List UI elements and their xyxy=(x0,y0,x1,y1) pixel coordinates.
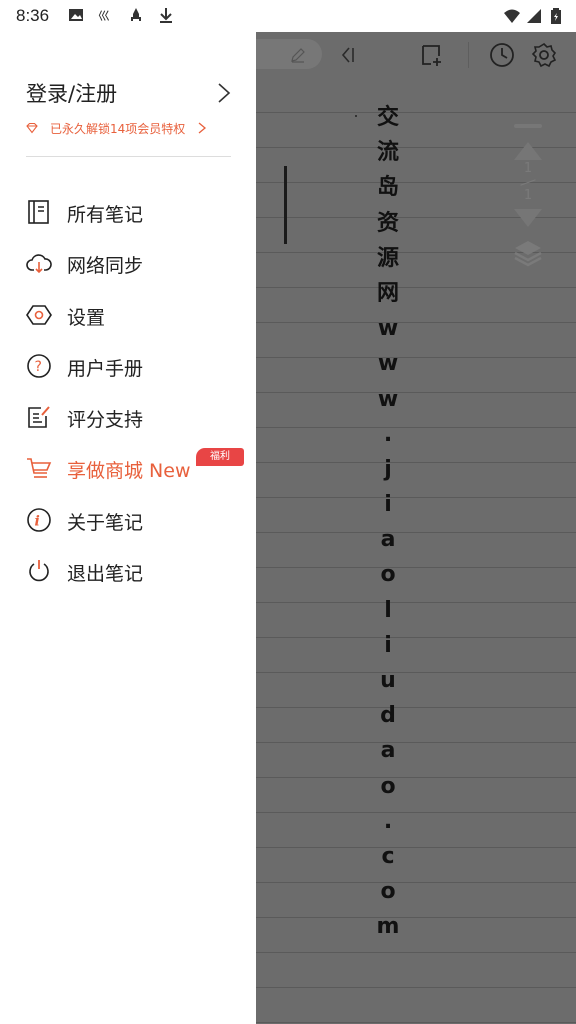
wifi-icon xyxy=(504,9,520,23)
note-char: i xyxy=(384,632,392,658)
status-bar: 8:36 巛 xyxy=(0,0,576,32)
cart-icon xyxy=(26,455,52,481)
note-editor-background: 交流岛资源网www.jiaoliudao.com 1 1 xyxy=(256,32,576,1024)
note-char: 交 xyxy=(376,105,399,130)
menu-label: 网络同步 xyxy=(67,255,144,278)
chevron-right-small-icon xyxy=(198,122,207,134)
power-icon xyxy=(26,558,52,584)
note-char: 网 xyxy=(376,280,399,306)
note-char: d xyxy=(380,703,396,729)
settings-hexagon-icon xyxy=(26,302,52,328)
vip-privilege-text: 已永久解锁14项会员特权 xyxy=(50,121,186,136)
note-char: m xyxy=(376,914,400,940)
menu-label: 评分支持 xyxy=(67,409,144,432)
new-page-icon xyxy=(422,45,441,66)
note-char: u xyxy=(380,668,396,693)
new-page-button[interactable] xyxy=(418,41,446,69)
battery-icon xyxy=(551,8,561,24)
rate-edit-icon xyxy=(26,404,52,430)
status-right-icons xyxy=(504,8,564,24)
drawer-divider xyxy=(26,156,231,157)
note-char: . xyxy=(383,421,393,447)
menu-item-user-manual[interactable]: ? 用户手册 xyxy=(0,341,256,392)
note-char: i xyxy=(384,492,392,518)
note-vertical-text: 交流岛资源网www.jiaoliudao.com xyxy=(368,100,408,945)
cloud-sync-icon xyxy=(26,250,52,276)
chevron-right-icon xyxy=(218,83,231,103)
menu-label: 所有笔记 xyxy=(67,204,144,226)
info-icon: i xyxy=(26,507,52,533)
note-char: c xyxy=(381,843,395,869)
rocket-icon xyxy=(131,8,141,21)
login-register-label: 登录/注册 xyxy=(26,82,118,106)
page-current: 1 xyxy=(523,161,533,176)
history-button[interactable] xyxy=(488,41,516,69)
menu-item-cloud-sync[interactable]: 网络同步 xyxy=(0,238,256,289)
signal-icon xyxy=(527,9,541,23)
download-icon xyxy=(160,8,172,23)
page-down-icon[interactable] xyxy=(514,209,542,227)
note-char: o xyxy=(380,773,396,799)
note-char: j xyxy=(384,456,392,482)
note-char: 岛 xyxy=(376,175,399,201)
note-char: 流 xyxy=(376,140,399,166)
diamond-icon xyxy=(26,122,38,134)
drawer-menu: 所有笔记 网络同步 设置 ? 用户手册 评分支持 享做商城 New 福利 i 关… xyxy=(0,187,256,597)
toolbar-separator xyxy=(468,42,469,68)
text-cursor xyxy=(284,166,287,244)
note-char: o xyxy=(380,562,396,588)
help-icon: ? xyxy=(26,353,52,379)
login-register-button[interactable]: 登录/注册 xyxy=(26,76,232,110)
navigation-drawer: 登录/注册 已永久解锁14项会员特权 所有笔记 网络同步 设置 ? 用户手册 评… xyxy=(0,32,256,1024)
svg-text:i: i xyxy=(35,513,40,529)
note-char: l xyxy=(384,597,392,623)
note-char: . xyxy=(383,808,393,834)
image-icon xyxy=(69,9,83,21)
svg-text:巛: 巛 xyxy=(98,9,110,23)
vip-privilege-link[interactable]: 已永久解锁14项会员特权 xyxy=(26,118,226,138)
note-char: 资 xyxy=(376,210,399,236)
note-char: w xyxy=(377,316,399,342)
gear-icon xyxy=(531,42,557,68)
menu-item-settings[interactable]: 设置 xyxy=(0,290,256,341)
toolbar-pen-pill[interactable] xyxy=(256,39,322,69)
collapse-left-button[interactable] xyxy=(334,41,362,69)
pager-handle[interactable] xyxy=(514,124,542,128)
note-char: w xyxy=(377,351,399,377)
menu-label: 用户手册 xyxy=(67,357,144,380)
menu-item-rate-support[interactable]: 评分支持 xyxy=(0,392,256,443)
collapse-left-icon xyxy=(341,47,354,63)
menu-item-exit[interactable]: 退出笔记 xyxy=(0,546,256,597)
settings-button[interactable] xyxy=(530,41,558,69)
page-separator xyxy=(520,179,536,186)
ink-dot xyxy=(355,115,357,117)
menu-label: 设置 xyxy=(67,306,106,329)
note-char: a xyxy=(380,527,396,553)
note-char: w xyxy=(377,386,399,412)
note-toolbar xyxy=(256,32,576,78)
menu-label: 退出笔记 xyxy=(67,563,144,586)
app-notification-icon: 巛 xyxy=(98,9,110,23)
welfare-badge: 福利 xyxy=(196,448,244,467)
note-char: 源 xyxy=(376,245,399,271)
status-time: 8:36 xyxy=(16,6,50,25)
pen-icon xyxy=(291,48,305,63)
page-up-icon[interactable] xyxy=(514,142,542,160)
note-char: a xyxy=(380,738,396,764)
menu-label: 关于笔记 xyxy=(67,511,144,534)
layers-icon[interactable] xyxy=(513,237,543,267)
page-navigator: 1 1 xyxy=(510,124,546,294)
menu-item-store[interactable]: 享做商城 New 福利 xyxy=(0,443,256,494)
page-total: 1 xyxy=(523,188,533,203)
menu-item-all-notes[interactable]: 所有笔记 xyxy=(0,187,256,238)
notebook-icon xyxy=(26,199,52,225)
menu-item-about[interactable]: i 关于笔记 xyxy=(0,495,256,546)
clock-icon xyxy=(490,43,514,67)
note-char: o xyxy=(380,879,396,905)
svg-text:?: ? xyxy=(35,359,42,375)
menu-label: 享做商城 New xyxy=(67,460,191,483)
status-left-icons: 巛 xyxy=(68,7,174,23)
